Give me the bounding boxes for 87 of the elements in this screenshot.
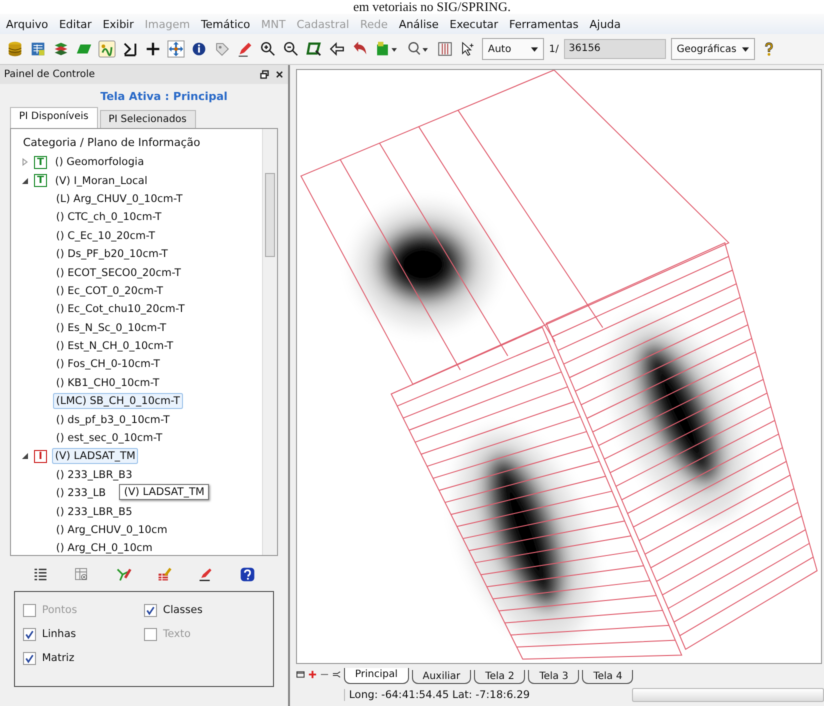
tree-item[interactable]: () Est_N_CH_0_10cm-T <box>53 338 176 354</box>
screen-tab[interactable]: Tela 4 <box>582 670 634 684</box>
move-icon[interactable] <box>167 40 185 58</box>
raster-dropdown-icon[interactable] <box>374 40 400 58</box>
vector-edit-icon[interactable] <box>114 566 132 583</box>
category-badge: T <box>34 174 47 188</box>
plus-icon[interactable] <box>144 40 162 58</box>
representation-checkbox[interactable]: Linhas <box>23 622 76 646</box>
panel-title: Painel de Controle <box>4 69 95 80</box>
database-icon[interactable] <box>6 40 24 58</box>
checkbox-box[interactable] <box>23 652 36 664</box>
tree-item[interactable]: () Geomorfologia <box>52 154 147 170</box>
menu-item[interactable]: Arquivo <box>6 18 48 30</box>
help-icon[interactable] <box>238 566 256 583</box>
layers-icon[interactable] <box>52 40 70 58</box>
tree-item[interactable]: () Arg_CHUV_0_10cm <box>53 522 170 538</box>
scale-prefix: 1/ <box>549 44 559 54</box>
tree-item[interactable]: (V) I_Moran_Local <box>52 172 150 189</box>
zoom-area-icon[interactable] <box>305 40 323 58</box>
collapse-icon[interactable] <box>21 176 29 185</box>
tree-item[interactable]: () ds_pf_b3_0_10cm-T <box>53 412 173 428</box>
expand-icon[interactable] <box>21 158 29 166</box>
table-icon[interactable] <box>29 40 47 58</box>
tree-item[interactable]: () Fos_CH_0-10cm-T <box>53 356 163 372</box>
tree-item[interactable]: () 233_LBR_B5 <box>53 504 136 520</box>
screen-tab[interactable]: Principal <box>344 668 409 684</box>
tree-item[interactable]: () 233_LB <box>53 485 109 502</box>
representation-checkbox[interactable]: Classes <box>144 598 203 622</box>
caret-icon <box>742 46 750 52</box>
panel-tab[interactable]: PI Disponíveis <box>10 107 98 128</box>
tooltip: (V) LADSAT_TM <box>119 484 210 500</box>
tree-item[interactable]: () Ds_PF_b20_10cm-T <box>53 246 171 262</box>
scale-field[interactable]: 36156 <box>564 39 666 59</box>
tree-item[interactable]: () CTC_ch_0_10cm-T <box>53 209 164 226</box>
tree-header: Categoria / Plano de Informação <box>22 135 202 151</box>
tree-item[interactable]: () Ec_Cot_chu10_20cm-T <box>53 301 188 318</box>
split-icon[interactable] <box>332 670 341 679</box>
add-icon[interactable] <box>308 670 317 679</box>
info-icon[interactable] <box>190 40 208 58</box>
panel-tab[interactable]: PI Selecionados <box>100 110 196 128</box>
tree-item[interactable]: () KB1_CH0_10cm-T <box>53 374 162 391</box>
scrollbar[interactable] <box>262 129 277 555</box>
list-icon[interactable] <box>32 566 50 583</box>
tag-icon[interactable] <box>213 40 231 58</box>
tree-item[interactable]: (V) LADSAT_TM <box>52 448 138 464</box>
tree-item[interactable]: () 233_LBR_B3 <box>53 466 136 483</box>
tree-item[interactable]: (LMC) SB_CH_0_10cm-T <box>53 393 183 410</box>
projection-dropdown[interactable]: Geográficas <box>670 38 756 60</box>
coordinates-readout: Long: -64:41:54.45 Lat: -7:18:6.29 <box>344 689 530 701</box>
zoom-mode-dropdown[interactable]: Auto <box>482 38 544 60</box>
tree-item[interactable]: () est_sec_0_10cm-T <box>53 430 166 446</box>
tree-item[interactable]: () Ec_COT_0_20cm-T <box>53 282 166 299</box>
representation-checkbox[interactable]: Matriz <box>23 646 74 670</box>
selection-icon[interactable] <box>98 40 116 58</box>
table-edit-icon[interactable] <box>156 566 174 583</box>
menu-item[interactable]: Ferramentas <box>509 18 578 30</box>
tree-item[interactable]: () Es_N_Sc_0_10cm-T <box>53 320 170 336</box>
screen-tab[interactable]: Tela 2 <box>474 670 526 684</box>
menu-item[interactable]: Análise <box>398 18 439 30</box>
checkbox-box[interactable] <box>23 628 36 640</box>
menu-item[interactable]: Exibir <box>102 18 134 30</box>
category-badge: T <box>34 156 47 169</box>
menu-item[interactable]: Executar <box>450 18 498 30</box>
menu-item[interactable]: Editar <box>59 18 92 30</box>
tree-item[interactable]: () C_Ec_10_20cm-T <box>53 228 158 244</box>
back-arrow-icon[interactable] <box>328 40 346 58</box>
menu-item[interactable]: Ajuda <box>590 18 621 30</box>
tree-item[interactable]: () ECOT_SECO0_20cm-T <box>53 264 184 281</box>
grid-icon[interactable] <box>436 40 454 58</box>
menu-item[interactable]: Temático <box>200 18 250 30</box>
collapse-icon[interactable] <box>21 452 29 460</box>
tree-item[interactable]: () Arg_CH_0_10cm <box>53 540 156 555</box>
insert-icon[interactable] <box>121 40 139 58</box>
screen-tab[interactable]: Auxiliar <box>412 670 472 684</box>
caret-icon <box>531 46 538 52</box>
tree-item[interactable]: (L) Arg_CHUV_0_10cm-T <box>53 190 186 207</box>
category-badge: I <box>34 450 47 463</box>
document-caption: em vetoriais no SIG/SPRING. <box>0 0 824 14</box>
close-icon[interactable] <box>275 70 284 79</box>
window-icon[interactable] <box>296 670 305 679</box>
screen-tab[interactable]: Tela 3 <box>528 670 580 684</box>
zoom-out-icon[interactable] <box>282 40 300 58</box>
pencil-icon[interactable] <box>197 566 214 583</box>
float-icon[interactable] <box>260 70 269 79</box>
active-screen-label: Tela Ativa : Principal <box>99 89 229 105</box>
zoom-in-icon[interactable] <box>259 40 277 58</box>
checkbox-box[interactable] <box>144 604 157 616</box>
